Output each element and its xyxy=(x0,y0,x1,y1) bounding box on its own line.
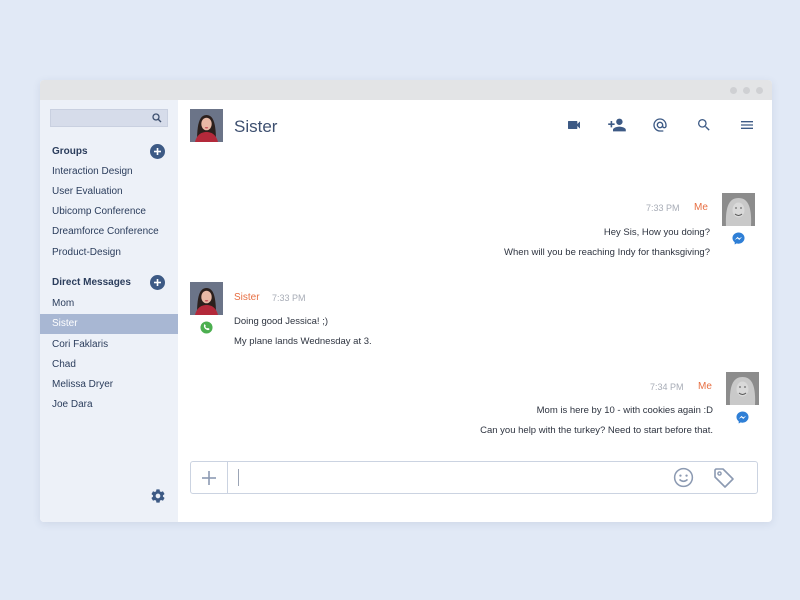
message-sender: Me xyxy=(698,381,712,392)
my-avatar[interactable] xyxy=(726,372,759,405)
window-control-dot[interactable] xyxy=(730,87,737,94)
emoji-icon[interactable] xyxy=(673,467,694,488)
sidebar: Groups Interaction Design User Evaluatio… xyxy=(40,100,178,522)
sidebar-item-ubicomp-conference[interactable]: Ubicomp Conference xyxy=(40,202,178,222)
gear-icon[interactable] xyxy=(150,488,166,504)
tag-icon[interactable] xyxy=(713,467,735,489)
search-box[interactable] xyxy=(50,109,168,127)
sidebar-item-product-design[interactable]: Product-Design xyxy=(40,243,178,263)
message-text: Doing good Jessica! ;) xyxy=(234,316,328,327)
message-sender: Me xyxy=(694,202,708,213)
text-cursor xyxy=(238,469,239,486)
direct-messages-title: Direct Messages xyxy=(52,277,131,288)
sidebar-item-sister[interactable]: Sister xyxy=(40,314,178,334)
contact-avatar[interactable] xyxy=(190,109,223,142)
message-text: My plane lands Wednesday at 3. xyxy=(234,336,372,347)
chat-title: Sister xyxy=(234,117,278,136)
message-time: 7:34 PM xyxy=(650,382,684,392)
search-input[interactable] xyxy=(54,111,146,125)
plus-icon xyxy=(154,279,161,286)
message-composer xyxy=(190,461,758,494)
message-sender: Sister xyxy=(234,292,260,303)
message-text: When will you be reaching Indy for thank… xyxy=(504,247,710,258)
sidebar-item-chad[interactable]: Chad xyxy=(40,355,178,375)
contact-avatar[interactable] xyxy=(190,282,223,315)
search-icon[interactable] xyxy=(152,113,162,123)
search-icon[interactable] xyxy=(696,117,712,133)
mention-icon[interactable] xyxy=(652,117,668,133)
message-input[interactable] xyxy=(241,466,661,489)
window-control-dot[interactable] xyxy=(743,87,750,94)
add-direct-message-button[interactable] xyxy=(150,275,165,290)
title-bar xyxy=(40,80,772,100)
message-time: 7:33 PM xyxy=(646,203,680,213)
messenger-icon xyxy=(736,411,749,424)
sidebar-item-user-evaluation[interactable]: User Evaluation xyxy=(40,182,178,202)
plus-icon[interactable] xyxy=(201,470,217,486)
message-text: Hey Sis, How you doing? xyxy=(603,227,710,238)
plus-icon xyxy=(154,148,161,155)
sidebar-item-joe-dara[interactable]: Joe Dara xyxy=(40,395,178,415)
add-person-icon[interactable] xyxy=(607,117,627,133)
video-call-icon[interactable] xyxy=(566,117,582,133)
my-avatar[interactable] xyxy=(722,193,755,226)
sidebar-item-mom[interactable]: Mom xyxy=(40,294,178,314)
sidebar-item-melissa-dryer[interactable]: Melissa Dryer xyxy=(40,375,178,395)
sidebar-item-dreamforce-conference[interactable]: Dreamforce Conference xyxy=(40,222,178,242)
chat-window: Groups Interaction Design User Evaluatio… xyxy=(40,80,772,522)
add-group-button[interactable] xyxy=(150,144,165,159)
message-text: Mom is here by 10 - with cookies again :… xyxy=(536,405,713,416)
messenger-icon xyxy=(732,232,745,245)
whatsapp-icon xyxy=(200,321,213,334)
message-time: 7:33 PM xyxy=(272,293,306,303)
window-control-dot[interactable] xyxy=(756,87,763,94)
composer-divider xyxy=(227,462,228,493)
sidebar-item-cori-faklaris[interactable]: Cori Faklaris xyxy=(40,335,178,355)
menu-icon[interactable] xyxy=(739,117,755,133)
message-text: Can you help with the turkey? Need to st… xyxy=(480,425,713,436)
sidebar-item-interaction-design[interactable]: Interaction Design xyxy=(40,162,178,182)
groups-title: Groups xyxy=(52,146,88,157)
